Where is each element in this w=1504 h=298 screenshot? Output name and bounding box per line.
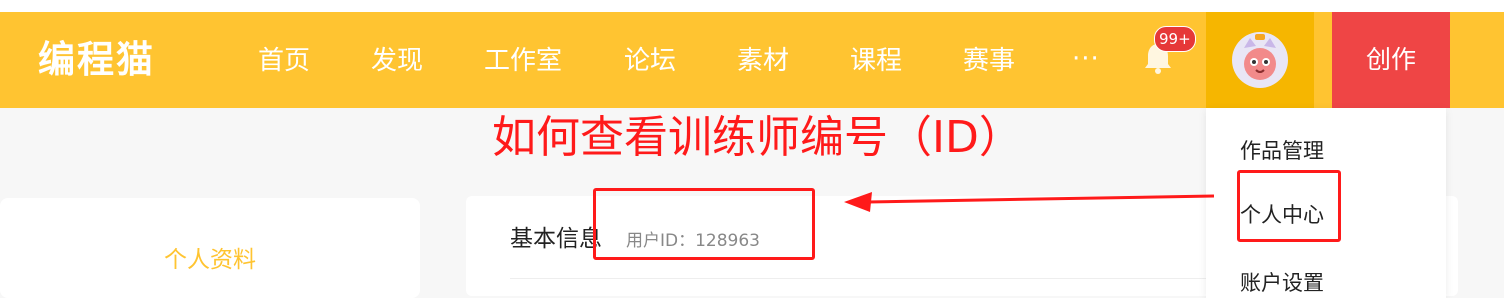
- sidebar-item-profile[interactable]: 个人资料: [164, 246, 256, 274]
- nav-home[interactable]: 首页: [258, 44, 310, 78]
- nav-forum[interactable]: 论坛: [624, 44, 676, 78]
- nav-discover[interactable]: 发现: [371, 44, 423, 78]
- divider: [510, 278, 1250, 279]
- highlight-box-profile-center: [1237, 170, 1341, 242]
- avatar-button[interactable]: [1206, 12, 1314, 108]
- notification-badge: 99+: [1154, 26, 1196, 52]
- arrow-left-icon: [844, 192, 1215, 212]
- sidebar-card: 个人资料: [0, 198, 420, 298]
- nav-studio[interactable]: 工作室: [484, 44, 562, 78]
- create-button[interactable]: 创作: [1332, 12, 1450, 108]
- annotation-title: 如何查看训练师编号（ID）: [492, 112, 1023, 163]
- menu-item-works[interactable]: 作品管理: [1240, 138, 1324, 164]
- more-menu-icon[interactable]: ···: [1072, 42, 1100, 76]
- highlight-box-user-id: [593, 188, 815, 260]
- nav-materials[interactable]: 素材: [737, 44, 789, 78]
- logo[interactable]: 编程猫: [38, 38, 155, 82]
- menu-item-account-settings[interactable]: 账户设置: [1240, 270, 1324, 296]
- top-strip: [0, 0, 1504, 12]
- nav-contests[interactable]: 赛事: [963, 44, 1015, 78]
- section-title: 基本信息: [510, 226, 602, 252]
- nav-courses[interactable]: 课程: [850, 44, 902, 78]
- avatar-icon: [1232, 32, 1288, 88]
